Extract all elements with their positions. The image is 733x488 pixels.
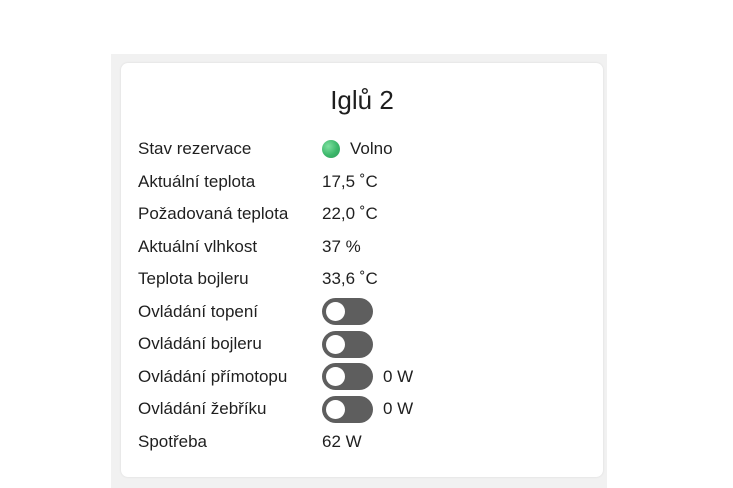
towel-rail-toggle-knob <box>326 399 345 419</box>
current-temperature-label: Aktuální teplota <box>138 171 256 191</box>
info-rows: Stav rezervace Volno Aktuální teplota 17… <box>138 133 588 458</box>
boiler-control-value <box>322 330 373 358</box>
current-humidity-value: 37 % <box>322 236 361 256</box>
row-reservation-status: Stav rezervace Volno <box>138 133 588 166</box>
boiler-temperature-value: 33,6 ˚C <box>322 269 378 289</box>
consumption-label: Spotřeba <box>138 431 207 451</box>
heating-control-label: Ovládání topení <box>138 301 259 321</box>
row-consumption: Spotřeba 62 W <box>138 426 588 459</box>
direct-heater-control-label: Ovládání přímotopu <box>138 366 288 386</box>
boiler-control-label: Ovládání bojleru <box>138 334 262 354</box>
towel-rail-control-value: 0 W <box>322 395 414 423</box>
current-humidity-label: Aktuální vlhkost <box>138 236 258 256</box>
current-temperature-value: 17,5 ˚C <box>322 171 378 191</box>
direct-heater-power: 0 W <box>383 366 414 386</box>
row-current-humidity: Aktuální vlhkost 37 % <box>138 231 588 264</box>
row-towel-rail-control: Ovládání žebříku 0 W <box>138 393 588 426</box>
direct-heater-control-value: 0 W <box>322 363 414 391</box>
direct-heater-toggle-knob <box>326 367 345 387</box>
row-heating-control: Ovládání topení <box>138 296 588 329</box>
row-boiler-temperature: Teplota bojleru 33,6 ˚C <box>138 263 588 296</box>
row-boiler-control: Ovládání bojleru <box>138 328 588 361</box>
row-current-temperature: Aktuální teplota 17,5 ˚C <box>138 166 588 199</box>
reservation-status-value-wrap: Volno <box>322 139 393 159</box>
towel-rail-toggle[interactable] <box>322 395 373 423</box>
row-target-temperature: Požadovaná teplota 22,0 ˚C <box>138 198 588 231</box>
towel-rail-power: 0 W <box>383 399 414 419</box>
boiler-temperature-label: Teplota bojleru <box>138 269 249 289</box>
row-direct-heater-control: Ovládání přímotopu 0 W <box>138 361 588 394</box>
iglu-card: Iglů 2 Stav rezervace Volno Aktuální tep… <box>121 63 603 477</box>
boiler-toggle[interactable] <box>322 330 373 358</box>
heating-toggle[interactable] <box>322 298 373 326</box>
heating-toggle-knob <box>326 302 345 322</box>
reservation-status-value: Volno <box>350 139 393 159</box>
boiler-toggle-knob <box>326 334 345 354</box>
direct-heater-toggle[interactable] <box>322 363 373 391</box>
towel-rail-control-label: Ovládání žebříku <box>138 399 267 419</box>
target-temperature-label: Požadovaná teplota <box>138 204 289 224</box>
target-temperature-value: 22,0 ˚C <box>322 204 378 224</box>
card-title: Iglů 2 <box>330 85 394 115</box>
consumption-value: 62 W <box>322 431 362 451</box>
status-indicator-icon <box>322 140 340 159</box>
heating-control-value <box>322 298 373 326</box>
reservation-status-label: Stav rezervace <box>138 139 252 159</box>
